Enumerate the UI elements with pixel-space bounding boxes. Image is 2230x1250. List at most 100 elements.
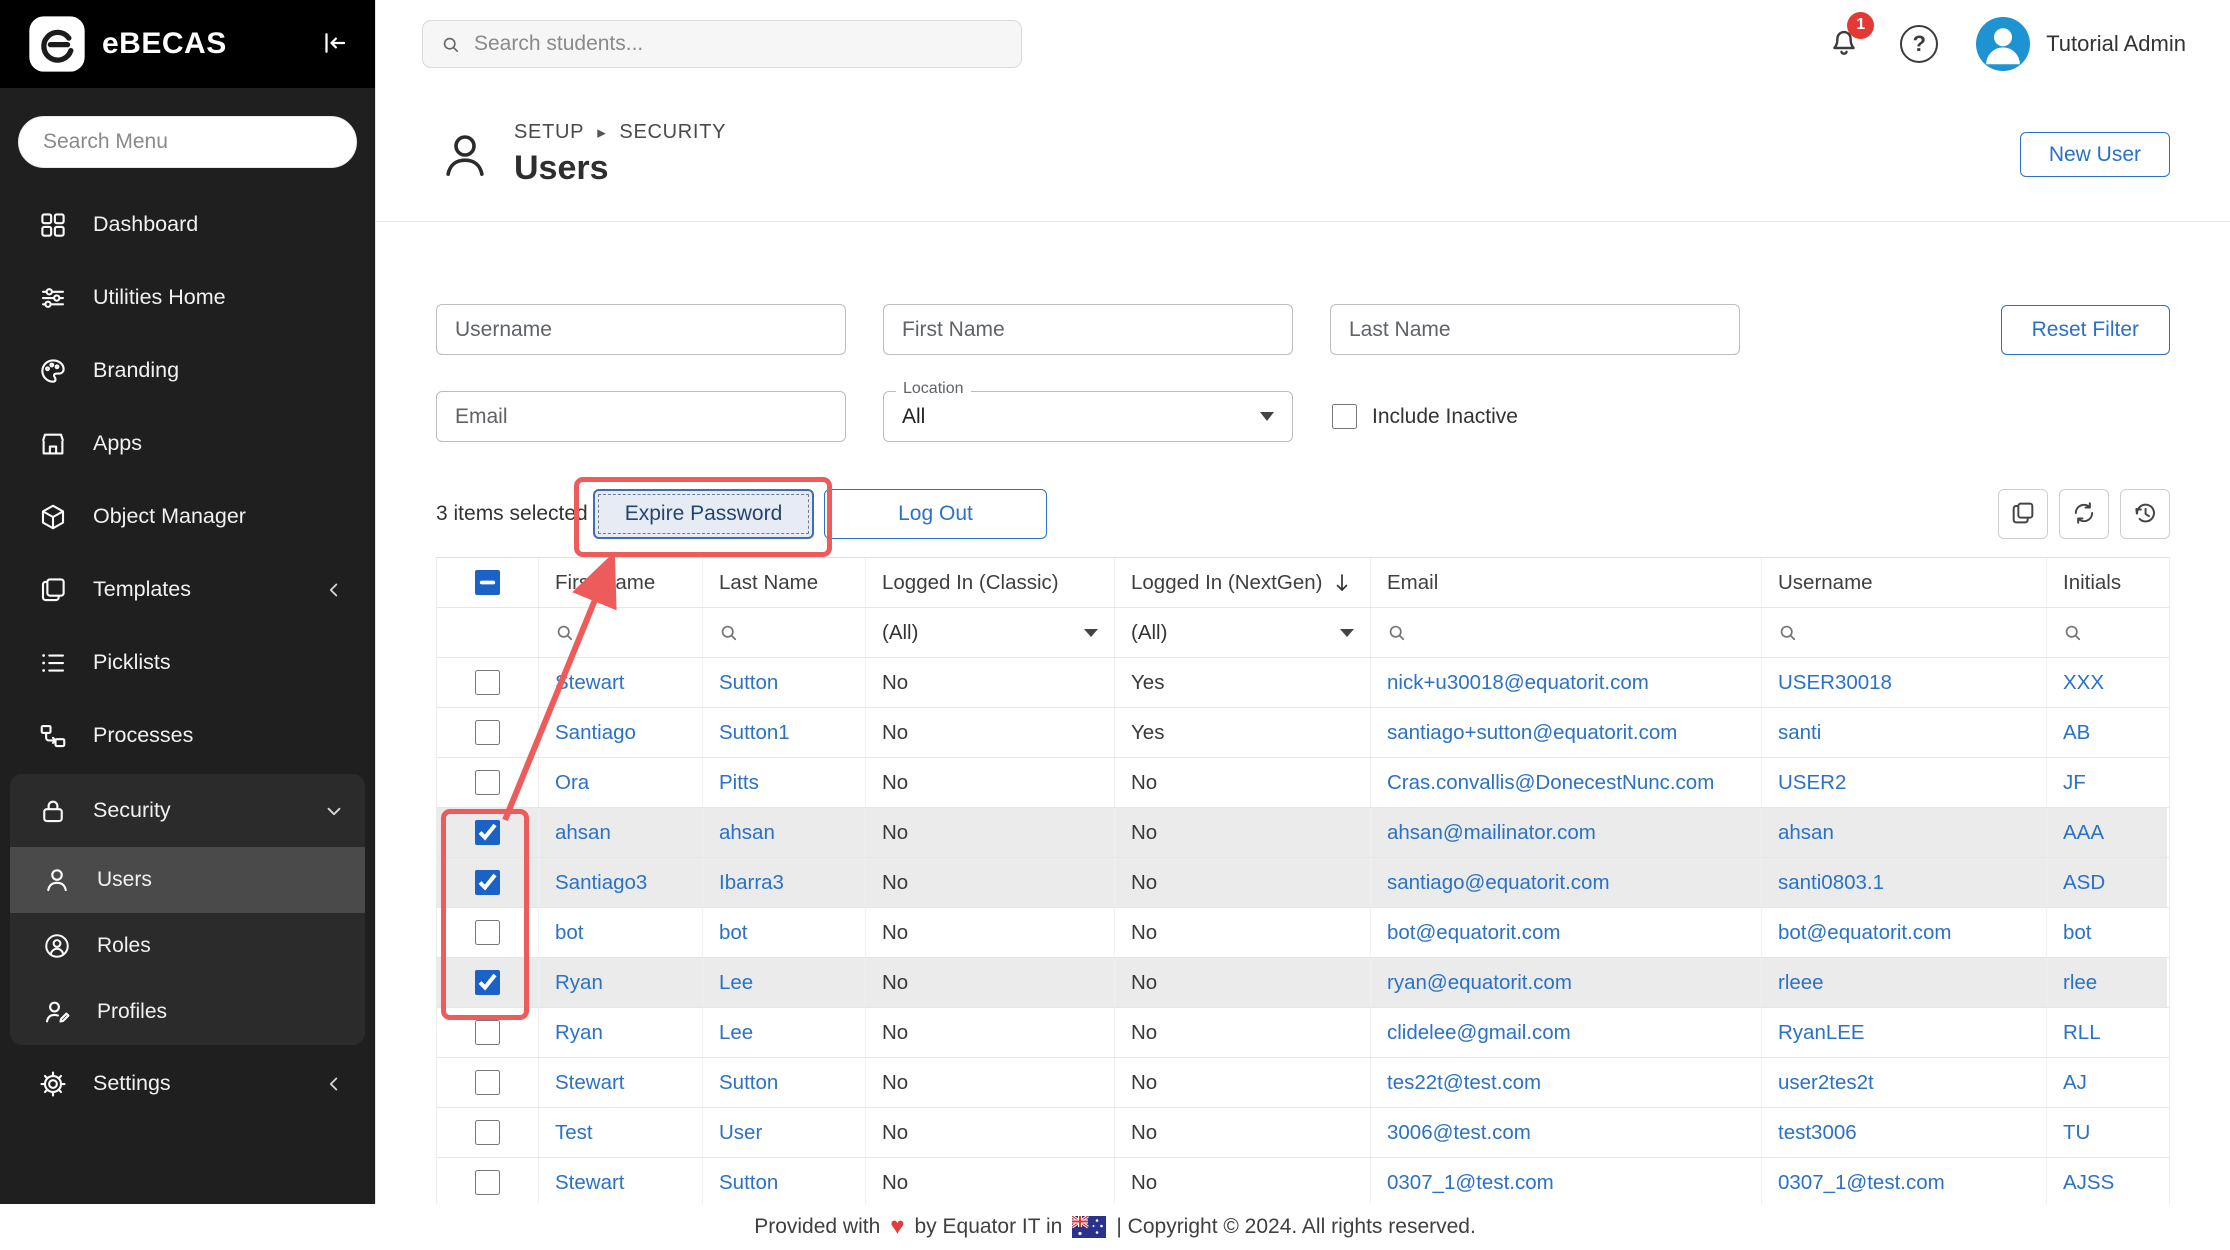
column-header-email[interactable]: Email: [1371, 558, 1762, 607]
cell-initials[interactable]: AB: [2047, 708, 2167, 757]
cell-last-name[interactable]: Sutton1: [703, 708, 866, 757]
cell-first-name[interactable]: Stewart: [539, 1158, 703, 1204]
cell-first-name[interactable]: Stewart: [539, 658, 703, 707]
column-header-first-name[interactable]: First Name: [539, 558, 703, 607]
cell-initials[interactable]: TU: [2047, 1108, 2167, 1157]
cell-email[interactable]: santiago+sutton@equatorit.com: [1371, 708, 1762, 757]
cell-first-name[interactable]: Stewart: [539, 1058, 703, 1107]
table-row[interactable]: Stewart Sutton No No tes22t@test.com use…: [437, 1058, 2169, 1108]
breadcrumb-security[interactable]: SECURITY: [619, 121, 726, 144]
cell-first-name[interactable]: Ora: [539, 758, 703, 807]
cell-initials[interactable]: ASD: [2047, 858, 2167, 907]
cell-first-name[interactable]: bot: [539, 908, 703, 957]
table-row[interactable]: Test User No No 3006@test.com test3006 T…: [437, 1108, 2169, 1158]
row-checkbox[interactable]: [475, 820, 500, 845]
email-filter-input[interactable]: [436, 391, 846, 442]
cell-username[interactable]: rleee: [1762, 958, 2047, 1007]
include-inactive-checkbox[interactable]: [1332, 404, 1357, 429]
table-row[interactable]: Ryan Lee No No clidelee@gmail.com RyanLE…: [437, 1008, 2169, 1058]
cell-email[interactable]: 3006@test.com: [1371, 1108, 1762, 1157]
sidebar-item-object-manager[interactable]: Object Manager: [10, 480, 365, 553]
cell-initials[interactable]: bot: [2047, 908, 2167, 957]
new-user-button[interactable]: New User: [2020, 132, 2170, 177]
row-checkbox[interactable]: [475, 870, 500, 895]
cell-initials[interactable]: AJSS: [2047, 1158, 2167, 1204]
cell-last-name[interactable]: Lee: [703, 1008, 866, 1057]
sort-descending-icon[interactable]: [1330, 571, 1354, 595]
table-row[interactable]: Ryan Lee No No ryan@equatorit.com rleee …: [437, 958, 2169, 1008]
select-all-checkbox[interactable]: [475, 570, 500, 595]
export-columns-button[interactable]: [1998, 489, 2048, 539]
breadcrumb-setup[interactable]: SETUP: [514, 121, 584, 144]
cell-email[interactable]: nick+u30018@equatorit.com: [1371, 658, 1762, 707]
last-name-filter-input[interactable]: [1330, 304, 1740, 355]
table-row[interactable]: Stewart Sutton No No 0307_1@test.com 030…: [437, 1158, 2169, 1204]
location-select[interactable]: Location All: [883, 391, 1293, 442]
cell-username[interactable]: ahsan: [1762, 808, 2047, 857]
cell-username[interactable]: santi0803.1: [1762, 858, 2047, 907]
user-menu[interactable]: Tutorial Admin: [1976, 17, 2186, 71]
sidebar-item-picklists[interactable]: Picklists: [10, 626, 365, 699]
cell-username[interactable]: test3006: [1762, 1108, 2047, 1157]
column-header-logged-in-nextgen[interactable]: Logged In (NextGen): [1115, 558, 1371, 607]
cell-username[interactable]: bot@equatorit.com: [1762, 908, 2047, 957]
cell-email[interactable]: ahsan@mailinator.com: [1371, 808, 1762, 857]
cell-username[interactable]: user2tes2t: [1762, 1058, 2047, 1107]
cell-last-name[interactable]: Lee: [703, 958, 866, 1007]
cell-last-name[interactable]: Sutton: [703, 1058, 866, 1107]
sidebar-item-processes[interactable]: Processes: [10, 699, 365, 772]
row-checkbox[interactable]: [475, 970, 500, 995]
column-header-initials[interactable]: Initials: [2047, 558, 2167, 607]
table-row[interactable]: Santiago Sutton1 No Yes santiago+sutton@…: [437, 708, 2169, 758]
cell-email[interactable]: tes22t@test.com: [1371, 1058, 1762, 1107]
column-header-username[interactable]: Username: [1762, 558, 2047, 607]
student-search-input[interactable]: [474, 32, 1003, 56]
sidebar-item-profiles[interactable]: Profiles: [10, 979, 365, 1045]
cell-first-name[interactable]: Test: [539, 1108, 703, 1157]
table-row[interactable]: Ora Pitts No No Cras.convallis@DonecestN…: [437, 758, 2169, 808]
sidebar-item-utilities-home[interactable]: Utilities Home: [10, 261, 365, 334]
cell-first-name[interactable]: Santiago: [539, 708, 703, 757]
sidebar-item-templates[interactable]: Templates: [10, 553, 365, 626]
cell-email[interactable]: bot@equatorit.com: [1371, 908, 1762, 957]
row-checkbox[interactable]: [475, 720, 500, 745]
cell-username[interactable]: USER30018: [1762, 658, 2047, 707]
cell-initials[interactable]: JF: [2047, 758, 2167, 807]
cell-first-name[interactable]: Ryan: [539, 958, 703, 1007]
cell-username[interactable]: USER2: [1762, 758, 2047, 807]
filter-cell-username[interactable]: [1762, 608, 2047, 657]
table-row[interactable]: Santiago3 Ibarra3 No No santiago@equator…: [437, 858, 2169, 908]
sidebar-item-branding[interactable]: Branding: [10, 334, 365, 407]
cell-email[interactable]: ryan@equatorit.com: [1371, 958, 1762, 1007]
sidebar-item-security[interactable]: Security: [10, 774, 365, 847]
cell-first-name[interactable]: Ryan: [539, 1008, 703, 1057]
row-checkbox[interactable]: [475, 1070, 500, 1095]
refresh-button[interactable]: [2059, 489, 2109, 539]
column-header-logged-in-classic[interactable]: Logged In (Classic): [866, 558, 1115, 607]
sidebar-item-users[interactable]: Users: [10, 847, 365, 913]
menu-search-input[interactable]: [18, 116, 357, 168]
row-checkbox[interactable]: [475, 920, 500, 945]
cell-last-name[interactable]: Sutton: [703, 658, 866, 707]
cell-initials[interactable]: AAA: [2047, 808, 2167, 857]
cell-last-name[interactable]: Sutton: [703, 1158, 866, 1204]
filter-cell-first-name[interactable]: [539, 608, 703, 657]
sidebar-item-roles[interactable]: Roles: [10, 913, 365, 979]
history-button[interactable]: [2120, 489, 2170, 539]
cell-email[interactable]: 0307_1@test.com: [1371, 1158, 1762, 1204]
cell-email[interactable]: clidelee@gmail.com: [1371, 1008, 1762, 1057]
cell-email[interactable]: Cras.convallis@DonecestNunc.com: [1371, 758, 1762, 807]
cell-first-name[interactable]: Santiago3: [539, 858, 703, 907]
row-checkbox[interactable]: [475, 1170, 500, 1195]
cell-last-name[interactable]: Pitts: [703, 758, 866, 807]
sidebar-item-apps[interactable]: Apps: [10, 407, 365, 480]
cell-initials[interactable]: XXX: [2047, 658, 2167, 707]
row-checkbox[interactable]: [475, 1120, 500, 1145]
filter-cell-classic[interactable]: (All): [866, 608, 1115, 657]
table-row[interactable]: bot bot No No bot@equatorit.com bot@equa…: [437, 908, 2169, 958]
row-checkbox[interactable]: [475, 770, 500, 795]
filter-cell-last-name[interactable]: [703, 608, 866, 657]
table-row[interactable]: Stewart Sutton No Yes nick+u30018@equato…: [437, 658, 2169, 708]
sidebar-item-settings[interactable]: Settings: [10, 1047, 365, 1120]
column-header-last-name[interactable]: Last Name: [703, 558, 866, 607]
